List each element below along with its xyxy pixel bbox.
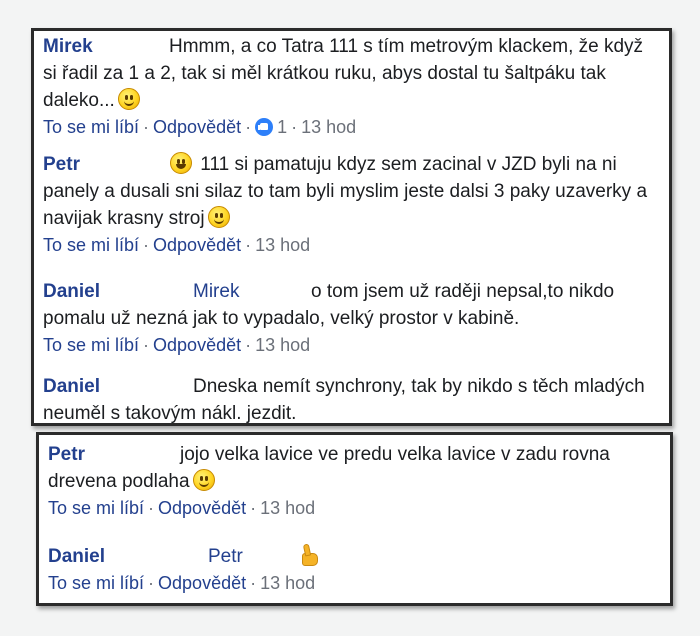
mention-link[interactable]: Petr — [208, 543, 292, 570]
comment-time[interactable]: 13 hod — [301, 117, 356, 137]
comment-petr-2: Petr jojo velka lavice ve predu velka lav… — [48, 441, 662, 519]
mention-link[interactable]: Mirek — [193, 278, 311, 305]
comment-actions: To se mi líbí · Odpovědět · 13 hod — [43, 235, 311, 255]
like-link[interactable]: To se mi líbí — [43, 335, 139, 355]
reply-link[interactable]: Odpovědět — [153, 235, 241, 255]
comments-panel-bottom: Petr jojo velka lavice ve predu velka lav… — [36, 432, 673, 606]
comment-author[interactable]: Petr — [43, 151, 167, 178]
comment-daniel-1: Daniel Mirek o tom jsem už raději nepsal,t… — [43, 278, 661, 356]
reply-link[interactable]: Odpovědět — [153, 117, 241, 137]
reply-link[interactable]: Odpovědět — [158, 573, 246, 593]
smile-emoji-icon — [192, 469, 215, 491]
comment-author[interactable]: Daniel — [48, 543, 208, 570]
comment-actions: To se mi líbí · Odpovědět · 1 · 13 hod — [43, 117, 357, 137]
like-link[interactable]: To se mi líbí — [48, 573, 144, 593]
smile-emoji-icon — [117, 88, 140, 110]
like-reaction-icon[interactable] — [255, 118, 274, 136]
comment-mirek: Mirek Hmmm, a co Tatra 111 s tím metrovým… — [43, 33, 661, 138]
thumbs-up-emoji-icon — [298, 543, 320, 567]
comments-panel-top: Mirek Hmmm, a co Tatra 111 s tím metrovým… — [31, 28, 672, 426]
smile-emoji-icon — [207, 206, 230, 228]
comment-petr: Petr 111 si pamatuju kdyz sem zacinal v … — [43, 151, 661, 256]
reply-link[interactable]: Odpovědět — [158, 498, 246, 518]
grin-emoji-icon — [170, 152, 192, 174]
comment-actions: To se mi líbí · Odpovědět · 13 hod — [48, 498, 316, 518]
like-link[interactable]: To se mi líbí — [43, 235, 139, 255]
comment-time[interactable]: 13 hod — [255, 335, 310, 355]
comment-author[interactable]: Daniel — [43, 373, 193, 400]
comment-actions: To se mi líbí · Odpovědět · 13 hod — [43, 335, 311, 355]
like-count: 1 — [277, 117, 288, 137]
comment-daniel-2: Daniel Dneska nemít synchrony, tak by nik… — [43, 373, 661, 427]
comment-daniel-3: Daniel Petr To se mi líbí · Odpovědět · 13 ho… — [48, 543, 662, 594]
comment-time[interactable]: 13 hod — [260, 573, 315, 593]
comment-time[interactable]: 13 hod — [260, 498, 315, 518]
comment-author[interactable]: Mirek — [43, 33, 169, 60]
like-link[interactable]: To se mi líbí — [48, 498, 144, 518]
comment-time[interactable]: 13 hod — [255, 235, 310, 255]
like-link[interactable]: To se mi líbí — [43, 117, 139, 137]
comment-author[interactable]: Petr — [48, 441, 180, 468]
reply-link[interactable]: Odpovědět — [153, 335, 241, 355]
comment-actions: To se mi líbí · Odpovědět · 13 hod — [48, 573, 316, 593]
comment-author[interactable]: Daniel — [43, 278, 193, 305]
